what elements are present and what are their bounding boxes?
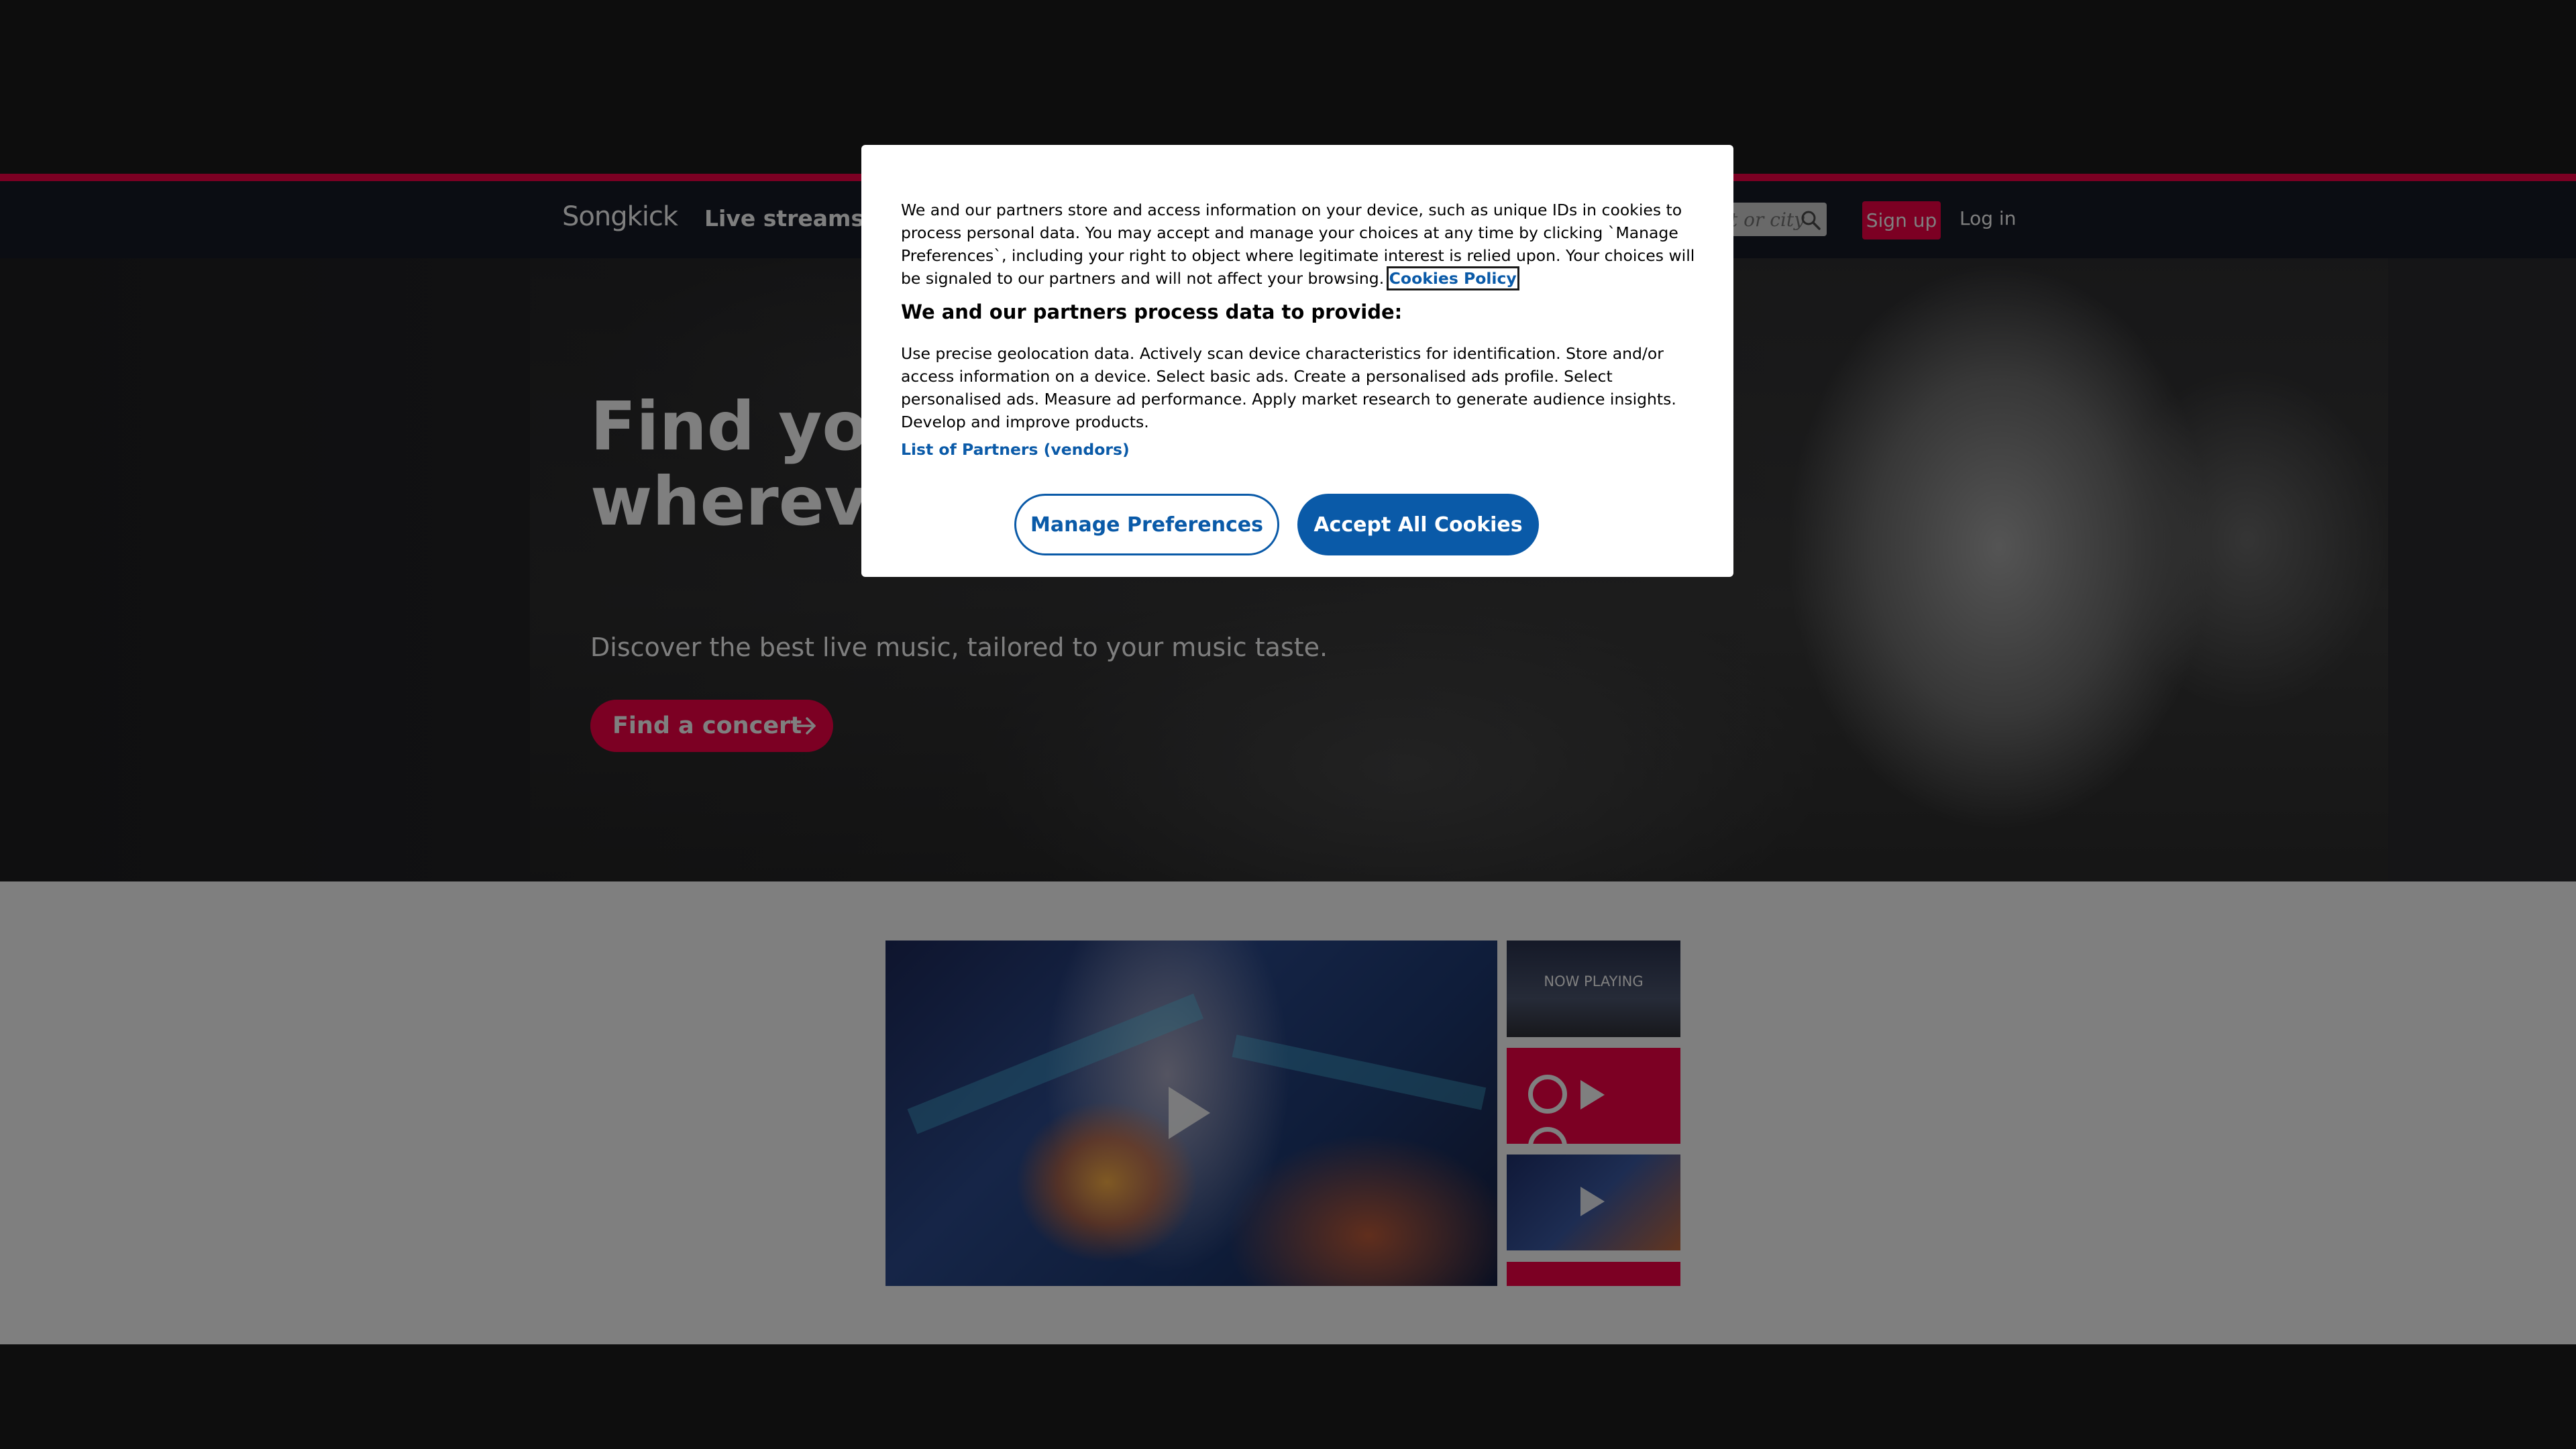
cookie-consent-dialog: We and our partners store and access inf… bbox=[861, 145, 1733, 577]
cookie-intro-body: We and our partners store and access inf… bbox=[901, 201, 1695, 288]
cookies-policy-link[interactable]: Cookies Policy bbox=[1386, 266, 1519, 290]
cookie-intro-text: We and our partners store and access inf… bbox=[901, 199, 1696, 290]
manage-preferences-button[interactable]: Manage Preferences bbox=[1014, 494, 1279, 555]
partners-list-link[interactable]: List of Partners (vendors) bbox=[901, 440, 1130, 459]
cookie-heading: We and our partners process data to prov… bbox=[901, 301, 1403, 323]
cookie-purposes-text: Use precise geolocation data. Actively s… bbox=[901, 344, 1676, 431]
accept-all-cookies-button[interactable]: Accept All Cookies bbox=[1297, 494, 1539, 555]
